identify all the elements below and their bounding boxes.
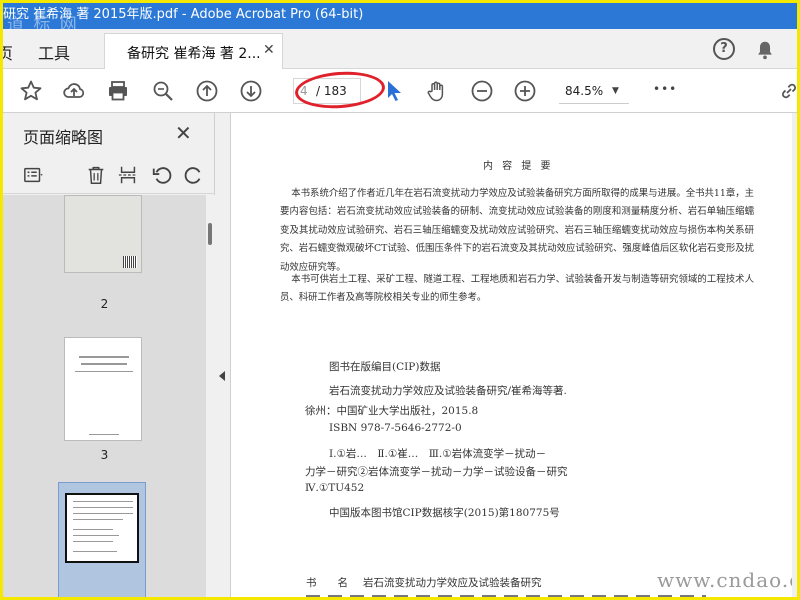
page-thumbnail-2[interactable] xyxy=(64,195,142,273)
tab-home[interactable]: 页 xyxy=(3,40,13,64)
zoom-level-value: 84.5% xyxy=(565,84,604,98)
zoom-search-icon[interactable] xyxy=(151,79,175,103)
cip-line: 中国版本图书馆CIP数据核字(2015)第180775号 xyxy=(329,507,560,519)
thumbnail-page-number: 3 xyxy=(100,448,109,462)
thumbnail-toolbar xyxy=(3,158,215,194)
title-bar: 研究 崔希海 著 2015年版.pdf - Adobe Acrobat Pro … xyxy=(3,3,797,35)
book-name-label: 书 名 xyxy=(306,577,348,589)
thumbnail-scrollbar[interactable] xyxy=(206,195,215,597)
cip-heading: 图书在版编目(CIP)数据 xyxy=(329,361,441,373)
notification-bell-icon[interactable] xyxy=(754,39,776,61)
page-thumbnail-4-selected[interactable] xyxy=(58,482,146,597)
cip-line: 徐州：中国矿业大学出版社，2015.8 xyxy=(305,405,479,417)
page-thumbnail-4 xyxy=(65,493,139,563)
next-page-icon[interactable] xyxy=(239,79,263,103)
document-tab-label: 备研究 崔希海 著 2... xyxy=(127,46,261,62)
zoom-in-icon[interactable] xyxy=(513,79,537,103)
main-toolbar: 4 / 183 84.5% ▼ ••• xyxy=(3,68,797,113)
select-cursor-icon[interactable] xyxy=(383,79,407,103)
scrollbar-thumb[interactable] xyxy=(208,223,212,245)
summary-paragraph: 本书系统介绍了作者近几年在岩石流变扰动力学效应及试验装备研究方面所取得的成果与进… xyxy=(280,188,754,273)
document-scrollbar[interactable] xyxy=(792,113,797,597)
hand-tool-icon[interactable] xyxy=(425,79,449,103)
thumbnail-options-icon[interactable] xyxy=(23,164,45,186)
zoom-out-icon[interactable] xyxy=(470,79,494,103)
collapse-panel-arrow-icon[interactable] xyxy=(219,371,225,381)
thumbnail-page-number: 2 xyxy=(100,297,109,311)
acrobat-window: 研究 崔希海 著 2015年版.pdf - Adobe Acrobat Pro … xyxy=(3,3,797,597)
page-thumbnails-panel: 页面缩略图 ✕ 2 3 xyxy=(3,113,215,597)
rotate-left-icon[interactable] xyxy=(151,164,173,186)
previous-page-icon[interactable] xyxy=(195,79,219,103)
rotate-right-icon[interactable] xyxy=(183,164,205,186)
site-watermark-bottom: www.cndao.com xyxy=(657,568,797,592)
help-icon[interactable]: ? xyxy=(713,38,735,60)
close-tab-icon[interactable]: ✕ xyxy=(263,42,275,58)
cip-line: ISBN 978-7-5646-2772-0 xyxy=(329,422,462,434)
more-tools-icon[interactable]: ••• xyxy=(653,82,677,96)
panel-title: 页面缩略图 xyxy=(23,128,104,147)
book-name-value: 岩石流变扰动力学效应及试验装备研究 xyxy=(363,577,542,589)
panel-splitter[interactable] xyxy=(215,113,231,597)
cip-line: 力学－研究②岩体流变学－扰动－力学－试验设备－研究 xyxy=(305,466,568,478)
thumbnail-list: 2 3 xyxy=(3,195,206,597)
tab-document[interactable]: 备研究 崔希海 著 2... ✕ xyxy=(104,33,283,69)
cip-line: Ⅳ.①TU452 xyxy=(305,482,365,494)
delete-page-icon[interactable] xyxy=(85,164,107,186)
audience-paragraph: 本书可供岩土工程、采矿工程、隧道工程、工程地质和岩石力学、试验装备开发与制造等研… xyxy=(280,274,754,304)
content-summary-title: 内 容 提 要 xyxy=(483,161,554,172)
extract-page-icon[interactable] xyxy=(117,164,139,186)
highlight-annotation-ellipse xyxy=(293,68,387,112)
document-view[interactable]: 内 容 提 要 本书系统介绍了作者近几年在岩石流变扰动力学效应及试验装备研究方面… xyxy=(232,113,797,597)
upload-cloud-icon[interactable] xyxy=(62,79,86,103)
pdf-page: 内 容 提 要 本书系统介绍了作者近几年在岩石流变扰动力学效应及试验装备研究方面… xyxy=(232,113,797,597)
bookmark-star-icon[interactable] xyxy=(19,79,43,103)
print-icon[interactable] xyxy=(106,79,130,103)
tab-tools[interactable]: 工具 xyxy=(38,40,70,64)
cip-line: Ⅰ.①岩… Ⅱ.①崔… Ⅲ.①岩体流变学－扰动－ xyxy=(329,448,547,460)
close-panel-icon[interactable]: ✕ xyxy=(175,121,192,145)
cut-off-text-line xyxy=(306,595,706,597)
zoom-level-select[interactable]: 84.5% ▼ xyxy=(559,78,629,104)
chevron-down-icon: ▼ xyxy=(612,86,619,96)
cip-line: 岩石流变扰动力学效应及试验装备研究/崔希海等著. xyxy=(329,385,567,397)
page-thumbnail-3[interactable] xyxy=(64,337,142,441)
barcode-graphic xyxy=(123,256,137,268)
tab-row: 页 工具 备研究 崔希海 著 2... ✕ ? xyxy=(3,29,797,69)
share-link-icon[interactable] xyxy=(777,79,797,103)
